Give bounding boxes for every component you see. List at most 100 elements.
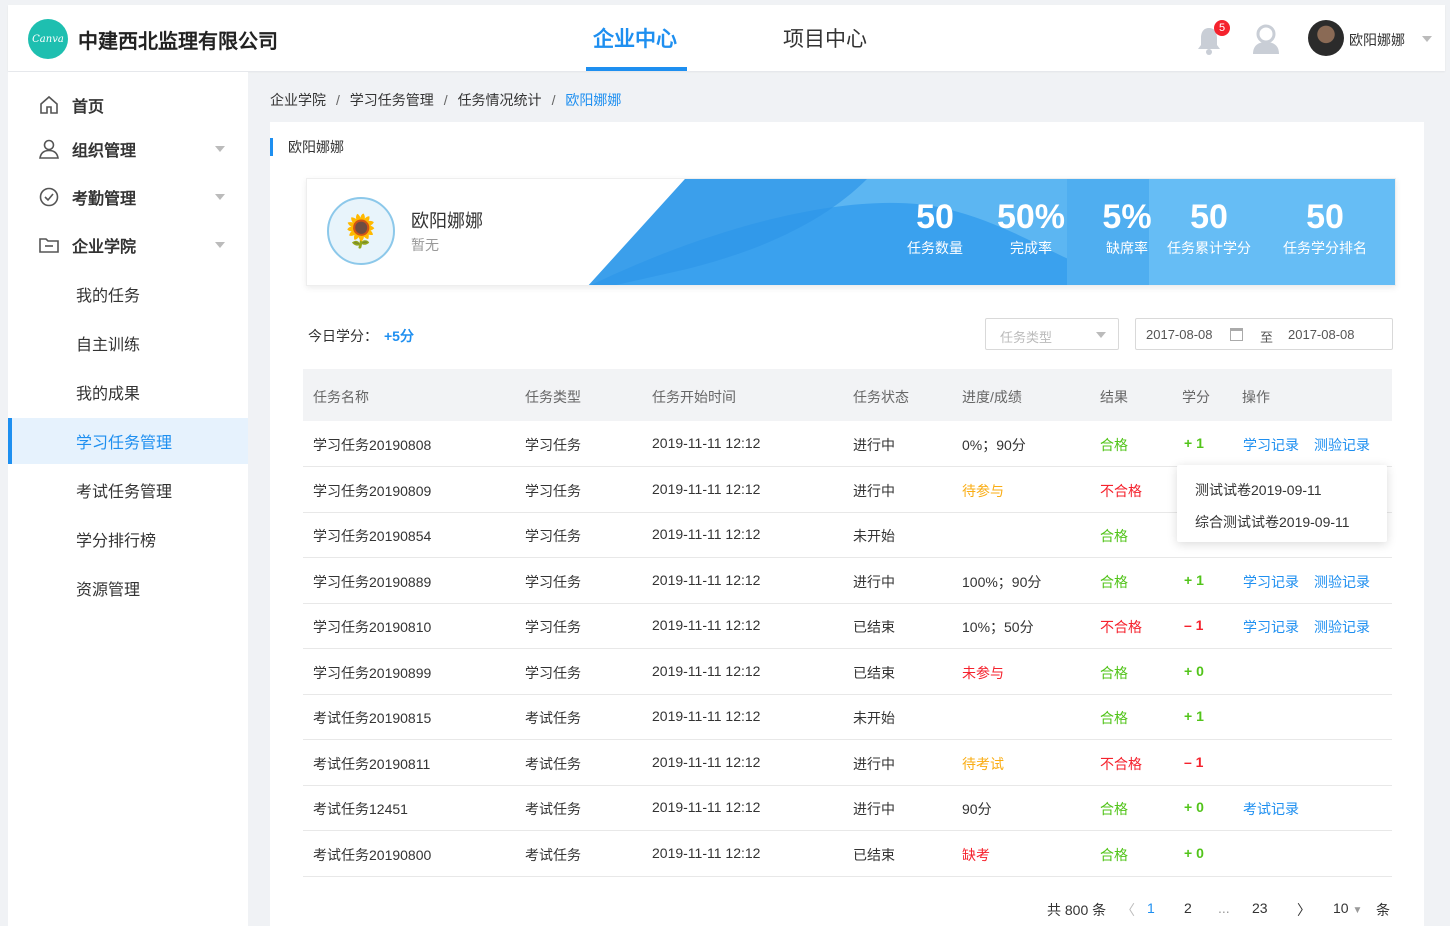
task-type-select[interactable]: 任务类型 xyxy=(985,318,1119,350)
action-link[interactable]: 测验记录 xyxy=(1314,435,1370,455)
action-link[interactable]: 测验记录 xyxy=(1314,617,1370,637)
page-1[interactable]: 1 xyxy=(1147,900,1155,916)
breadcrumb-item[interactable]: 学习任务管理 xyxy=(350,92,434,108)
action-link[interactable]: 学习记录 xyxy=(1243,572,1299,592)
user-center-icon[interactable] xyxy=(1251,23,1281,55)
cell-task-type: 学习任务 xyxy=(525,664,581,681)
cell-result: 不合格 xyxy=(1100,755,1142,772)
cell-result: 合格 xyxy=(1100,437,1128,453)
sidebar-sub-learning-task-management[interactable]: 学习任务管理 xyxy=(8,418,248,464)
cell-start-time: 2019-11-11 12:12 xyxy=(652,708,761,724)
table-row: 考试任务20190800 考试任务 2019-11-11 12:12 已结束 缺考 合格 +… xyxy=(303,831,1392,877)
company-name: 中建西北监理有限公司 xyxy=(78,31,278,53)
page-2[interactable]: 2 xyxy=(1184,900,1192,916)
table-row: 学习任务20190810 学习任务 2019-11-11 12:12 已结束 10%；5… xyxy=(303,603,1392,649)
sidebar-item-label: 组织管理 xyxy=(72,143,137,160)
chevron-down-icon xyxy=(215,194,225,200)
page-size-select[interactable]: 10 ▼ xyxy=(1333,900,1362,916)
cell-status: 进行中 xyxy=(853,482,895,499)
chevron-down-icon xyxy=(215,146,225,152)
breadcrumb-separator: / xyxy=(551,92,556,108)
sidebar-sub-self-training[interactable]: 自主训练 xyxy=(8,320,248,366)
page-ellipsis[interactable]: ... xyxy=(1218,900,1230,916)
action-link[interactable]: 学习记录 xyxy=(1243,617,1299,637)
action-link[interactable]: 学习记录 xyxy=(1243,435,1299,455)
table-row: 学习任务20190889 学习任务 2019-11-11 12:12 进行中 100%；… xyxy=(303,558,1392,604)
cell-status: 进行中 xyxy=(853,437,895,453)
sidebar-sub-credit-ranking[interactable]: 学分排行榜 xyxy=(8,516,248,562)
date-start[interactable]: 2017-08-08 xyxy=(1146,327,1213,342)
cell-task-name: 考试任务20190815 xyxy=(313,710,432,726)
cell-task-name: 考试任务20190811 xyxy=(313,755,431,772)
chevron-down-icon xyxy=(1096,332,1106,338)
stat-credit-ranking: 50 任务学分排名 xyxy=(1279,197,1371,259)
sidebar-item-attendance[interactable]: 考勤管理 xyxy=(8,174,248,220)
cell-result: 合格 xyxy=(1100,710,1128,726)
date-range-picker[interactable]: 2017-08-08 至 2017-08-08 xyxy=(1135,318,1393,350)
cell-task-name: 学习任务20190810 xyxy=(313,619,432,635)
stat-task-count: 50 任务数量 xyxy=(903,197,967,259)
stat-label: 任务数量 xyxy=(907,240,963,256)
cell-progress: 待参与 xyxy=(962,482,1004,499)
column-header: 任务状态 xyxy=(853,389,909,405)
date-end[interactable]: 2017-08-08 xyxy=(1288,327,1355,342)
breadcrumb-current: 欧阳娜娜 xyxy=(565,92,622,108)
action-link[interactable]: 考试记录 xyxy=(1243,799,1299,819)
sidebar-item-label: 首页 xyxy=(72,99,105,116)
stat-value: 50 xyxy=(1306,198,1344,236)
cell-progress: 0%；90分 xyxy=(962,437,1026,453)
sidebar-item-academy[interactable]: 企业学院 xyxy=(8,222,248,268)
breadcrumb: 企业学院 / 学习任务管理 / 任务情况统计 / 欧阳娜娜 xyxy=(270,90,625,110)
stat-value: 50% xyxy=(996,198,1066,236)
header-username[interactable]: 欧阳娜娜 xyxy=(1349,30,1405,50)
chevron-down-icon xyxy=(215,242,225,248)
cell-progress: 90分 xyxy=(962,801,992,817)
breadcrumb-item[interactable]: 企业学院 xyxy=(270,92,326,108)
cell-start-time: 2019-11-11 12:12 xyxy=(652,844,761,861)
cell-credit: + 0 xyxy=(1184,799,1204,815)
user-avatar[interactable] xyxy=(1308,20,1344,56)
chevron-left-icon[interactable]: 〈 xyxy=(1121,900,1135,920)
breadcrumb-item[interactable]: 任务情况统计 xyxy=(458,92,542,108)
logo-text: Canva xyxy=(32,33,64,45)
sidebar-item-label: 考勤管理 xyxy=(72,191,137,208)
sidebar-item-home[interactable]: 首页 xyxy=(8,82,248,128)
tab-enterprise-center[interactable]: 企业中心 xyxy=(593,23,677,53)
stat-value: 50 xyxy=(1190,198,1228,236)
tab-project-center[interactable]: 项目中心 xyxy=(783,23,867,53)
table-row: 学习任务20190808 学习任务 2019-11-11 12:12 进行中 0%；90… xyxy=(303,421,1392,467)
cell-credit: + 0 xyxy=(1184,662,1204,679)
sidebar-sub-resource-management[interactable]: 资源管理 xyxy=(8,565,248,611)
cell-start-time: 2019-11-11 12:12 xyxy=(652,662,761,679)
profile-name: 欧阳娜娜 xyxy=(411,211,483,231)
sidebar-sub-my-achievements[interactable]: 我的成果 xyxy=(8,369,248,415)
page-23[interactable]: 23 xyxy=(1252,900,1268,916)
cell-credit: + 0 xyxy=(1184,844,1204,861)
sidebar-sub-label: 考试任务管理 xyxy=(76,484,173,501)
folder-icon xyxy=(39,238,59,253)
column-header: 进度/成绩 xyxy=(962,389,1022,405)
sidebar-sub-label: 自主训练 xyxy=(76,337,141,354)
sidebar: 首页 组织管理 考勤管理 企业学院 我的任务 自主训练 我的成果 学习任务管理 … xyxy=(8,72,248,926)
table-row: 考试任务12451 考试任务 2019-11-11 12:12 进行中 90分 合格 + 0… xyxy=(303,785,1392,831)
cell-start-time: 2019-11-11 12:12 xyxy=(652,617,761,633)
chevron-down-icon[interactable] xyxy=(1422,36,1432,42)
sidebar-item-organization[interactable]: 组织管理 xyxy=(8,126,248,172)
table-row: 学习任务20190899 学习任务 2019-11-11 12:12 已结束 未参与 合格… xyxy=(303,649,1392,695)
company-logo[interactable]: Canva xyxy=(28,19,68,59)
chevron-right-icon[interactable]: 〉 xyxy=(1297,900,1311,920)
cell-status: 未开始 xyxy=(853,528,895,544)
cell-result: 合格 xyxy=(1100,528,1128,544)
popover-item[interactable]: 测试试卷2019-09-11 xyxy=(1195,480,1322,500)
stat-value: 50 xyxy=(916,198,954,236)
cell-task-name: 学习任务20190889 xyxy=(313,573,432,590)
popover-item[interactable]: 综合测试试卷2019-09-11 xyxy=(1195,512,1350,532)
sidebar-sub-exam-task-management[interactable]: 考试任务管理 xyxy=(8,467,248,513)
cell-result: 不合格 xyxy=(1100,482,1142,499)
sidebar-sub-label: 我的任务 xyxy=(76,288,141,305)
today-credits-value: +5分 xyxy=(384,328,414,344)
sidebar-sub-my-tasks[interactable]: 我的任务 xyxy=(8,271,248,317)
cell-task-type: 考试任务 xyxy=(525,801,581,817)
cell-status: 进行中 xyxy=(853,573,895,590)
action-link[interactable]: 测验记录 xyxy=(1314,572,1370,592)
